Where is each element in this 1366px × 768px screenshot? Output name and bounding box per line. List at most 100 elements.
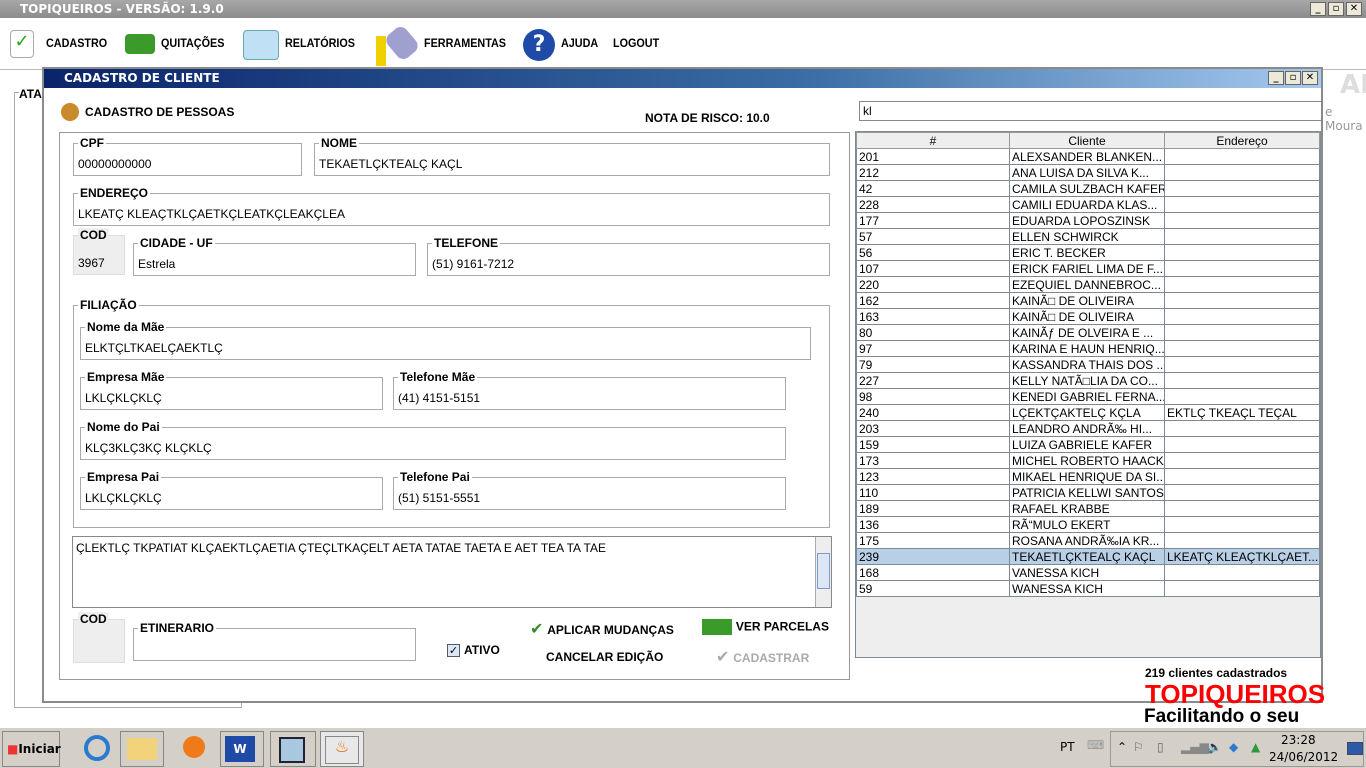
table-row[interactable]: 56 ERIC T. BECKER	[856, 244, 1320, 261]
table-cell[interactable]	[1164, 196, 1320, 213]
menu-cadastro[interactable]: CADASTRO	[46, 36, 107, 50]
table-cell[interactable]	[1164, 484, 1320, 501]
language-indicator[interactable]: PT	[1060, 740, 1075, 754]
table-cell[interactable]: RÃ“MULO EKERT	[1009, 516, 1165, 533]
cpf-field[interactable]: CPF 00000000000	[73, 136, 302, 176]
table-cell[interactable]: EZEQUIEL DANNEBROC...	[1009, 276, 1165, 293]
table-cell[interactable]: TEKAETLÇKTEALÇ KAÇL	[1009, 548, 1165, 565]
table-cell[interactable]: KELLY NATÃ□LIA DA CO...	[1009, 372, 1165, 389]
table-cell[interactable]: CAMILA SULZBACH KAFER	[1009, 180, 1165, 197]
table-cell[interactable]	[1164, 356, 1320, 373]
table-cell[interactable]	[1164, 260, 1320, 277]
table-row[interactable]: 162 KAINÃ□ DE OLIVEIRA	[856, 292, 1320, 309]
ver-parcelas-button[interactable]: VER PARCELAS	[702, 619, 829, 635]
start-button[interactable]: ■Iniciar	[2, 731, 61, 767]
table-cell[interactable]	[1164, 180, 1320, 197]
table-cell[interactable]: 57	[856, 228, 1010, 245]
table-cell[interactable]: 110	[856, 484, 1010, 501]
signal-icon[interactable]: ▂▄▆	[1181, 740, 1209, 754]
table-cell[interactable]: 240	[856, 404, 1010, 421]
table-row[interactable]: 201 ALEXSANDER BLANKEN...	[856, 148, 1320, 165]
dialog-maximize-button[interactable]: ▫	[1285, 71, 1301, 85]
clock-date[interactable]: 24/06/2012	[1269, 750, 1338, 764]
table-row[interactable]: 98 KENEDI GABRIEL FERNA...	[856, 388, 1320, 405]
table-cell[interactable]: 97	[856, 340, 1010, 357]
table-cell[interactable]: MIKAEL HENRIQUE DA SI...	[1009, 468, 1165, 485]
table-cell[interactable]: 42	[856, 180, 1010, 197]
nome-pai-field[interactable]: Nome do Pai KLÇ3KLÇ3KÇ KLÇKLÇ	[80, 420, 786, 460]
table-cell[interactable]: LUIZA GABRIELE KAFER	[1009, 436, 1165, 453]
table-cell[interactable]: 175	[856, 532, 1010, 549]
endereco-field[interactable]: ENDEREÇO LKEATÇ KLEAÇTKLÇAETKÇLEATKÇLEAKÇ…	[73, 186, 830, 226]
table-row[interactable]: 175 ROSANA ANDRÃ‰IA KR...	[856, 532, 1320, 549]
java-icon[interactable]: ♨	[320, 731, 364, 767]
table-cell[interactable]	[1164, 308, 1320, 325]
table-cell[interactable]	[1164, 420, 1320, 437]
dialog-close-button[interactable]: ✕	[1302, 71, 1318, 85]
column-header[interactable]: Cliente	[1009, 132, 1165, 149]
dropbox-icon[interactable]: ◆	[1229, 740, 1238, 754]
table-row[interactable]: 173 MICHEL ROBERTO HAACK	[856, 452, 1320, 469]
table-cell[interactable]	[1164, 340, 1320, 357]
telefone-field[interactable]: TELEFONE (51) 9161-7212	[427, 236, 830, 276]
table-cell[interactable]	[1164, 148, 1320, 165]
table-cell[interactable]: 173	[856, 452, 1010, 469]
table-cell[interactable]	[1164, 580, 1320, 597]
table-row[interactable]: 57 ELLEN SCHWIRCK	[856, 228, 1320, 245]
table-cell[interactable]: WANESSA KICH	[1009, 580, 1165, 597]
table-row[interactable]: 123 MIKAEL HENRIQUE DA SI...	[856, 468, 1320, 485]
table-cell[interactable]: 159	[856, 436, 1010, 453]
empresa-mae-field[interactable]: Empresa Mãe LKLÇKLÇKLÇ	[80, 370, 383, 410]
table-cell[interactable]: LÇEKTÇAKTELÇ KÇLA	[1009, 404, 1165, 421]
clients-table[interactable]: # Cliente Endereço 201 ALEXSANDER BLANKEN..…	[855, 131, 1321, 658]
table-cell[interactable]	[1164, 292, 1320, 309]
flag-icon[interactable]: ⚐	[1133, 740, 1144, 754]
power-icon[interactable]: ▯	[1157, 740, 1164, 754]
cancelar-edicao-button[interactable]: CANCELAR EDIÇÃO	[546, 650, 663, 664]
table-cell[interactable]: ANA LUISA DA SILVA K...	[1009, 164, 1165, 181]
table-row[interactable]: 42 CAMILA SULZBACH KAFER	[856, 180, 1320, 197]
table-cell[interactable]: LKEATÇ KLEAÇTKLÇAET...	[1164, 548, 1320, 565]
table-cell[interactable]: 212	[856, 164, 1010, 181]
explorer-icon[interactable]	[120, 731, 164, 767]
menu-ferramentas[interactable]: FERRAMENTAS	[424, 36, 506, 50]
table-cell[interactable]	[1164, 500, 1320, 517]
search-input[interactable]: kl	[859, 101, 1323, 121]
google-drive-icon[interactable]: ▲	[1251, 740, 1260, 754]
table-cell[interactable]: KAINÃ□ DE OLIVEIRA	[1009, 308, 1165, 325]
table-cell[interactable]: 228	[856, 196, 1010, 213]
table-row[interactable]: 136 RÃ“MULO EKERT	[856, 516, 1320, 533]
table-cell[interactable]	[1164, 228, 1320, 245]
table-cell[interactable]	[1164, 212, 1320, 229]
keyboard-icon[interactable]: ⌨	[1087, 738, 1104, 752]
table-row[interactable]: 203 LEANDRO ANDRÃ‰ HI...	[856, 420, 1320, 437]
table-cell[interactable]: EDUARDA LOPOSZINSK	[1009, 212, 1165, 229]
table-cell[interactable]: KAINÃ□ DE OLIVEIRA	[1009, 292, 1165, 309]
nome-mae-field[interactable]: Nome da Mãe ELKTÇLTKAELÇAEKTLÇ	[80, 320, 811, 360]
table-cell[interactable]	[1164, 244, 1320, 261]
clock-time[interactable]: 23:28	[1281, 733, 1316, 747]
table-row[interactable]: 159 LUIZA GABRIELE KAFER	[856, 436, 1320, 453]
column-header[interactable]: #	[856, 132, 1010, 149]
table-row[interactable]: 228 CAMILI EDUARDA KLAS...	[856, 196, 1320, 213]
table-cell[interactable]	[1164, 516, 1320, 533]
table-cell[interactable]: KENEDI GABRIEL FERNA...	[1009, 388, 1165, 405]
menu-quitacoes[interactable]: QUITAÇÕES	[161, 36, 224, 50]
table-row[interactable]: 227 KELLY NATÃ□LIA DA CO...	[856, 372, 1320, 389]
aplicar-mudancas-button[interactable]: ✔ APLICAR MUDANÇAS	[530, 619, 674, 638]
table-cell[interactable]	[1164, 388, 1320, 405]
table-cell[interactable]: ERICK FARIEL LIMA DE F...	[1009, 260, 1165, 277]
table-cell[interactable]: KAINÃƒ DE OLVEIRA E ...	[1009, 324, 1165, 341]
table-cell[interactable]: CAMILI EDUARDA KLAS...	[1009, 196, 1165, 213]
table-cell[interactable]: ELLEN SCHWIRCK	[1009, 228, 1165, 245]
table-cell[interactable]: ROSANA ANDRÃ‰IA KR...	[1009, 532, 1165, 549]
table-cell[interactable]: 189	[856, 500, 1010, 517]
table-cell[interactable]: 107	[856, 260, 1010, 277]
table-cell[interactable]: 56	[856, 244, 1010, 261]
table-cell[interactable]: 136	[856, 516, 1010, 533]
table-cell[interactable]: 220	[856, 276, 1010, 293]
minimize-button[interactable]: _	[1310, 2, 1326, 16]
show-hidden-icons[interactable]: ⌃	[1117, 740, 1127, 754]
nome-field[interactable]: NOME TEKAETLÇKTEALÇ KAÇL	[314, 136, 830, 176]
table-cell[interactable]: 239	[856, 548, 1010, 565]
